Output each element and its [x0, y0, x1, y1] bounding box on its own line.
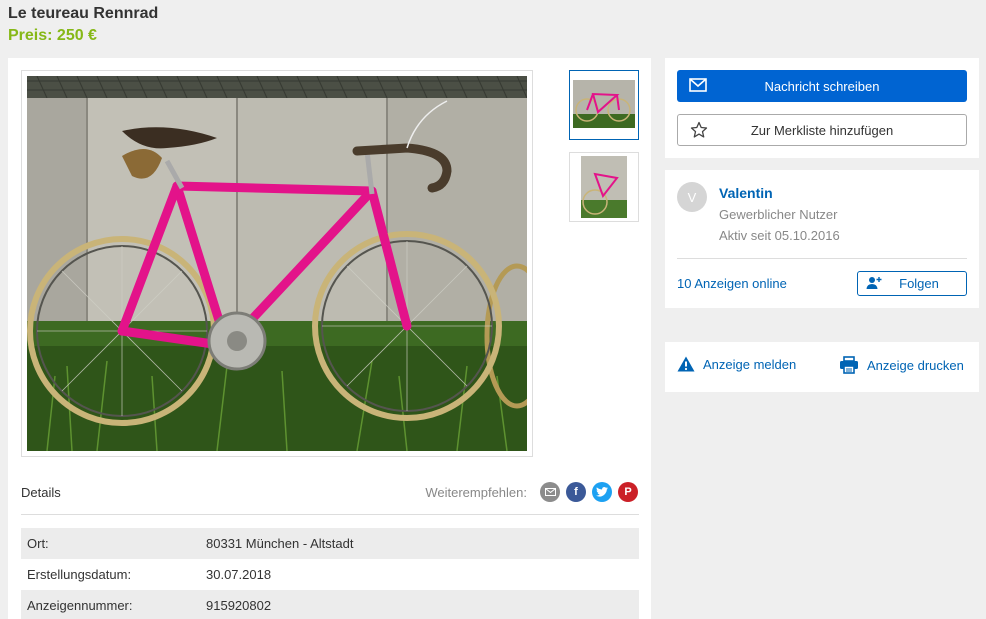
add-user-icon: [866, 277, 882, 289]
report-ad-label: Anzeige melden: [703, 356, 797, 372]
avatar: V: [677, 182, 707, 212]
detail-key: Erstellungsdatum:: [27, 567, 132, 582]
detail-key: Anzeigennummer:: [27, 598, 133, 613]
share-icons: f P: [540, 482, 638, 502]
write-message-button[interactable]: Nachricht schreiben: [677, 70, 967, 102]
thumbnail-1[interactable]: [569, 70, 639, 140]
printer-icon: [840, 356, 858, 374]
follow-label: Folgen: [899, 276, 939, 291]
detail-value: 80331 München - Altstadt: [206, 536, 354, 551]
report-card: Anzeige melden Anzeige drucken: [665, 342, 979, 392]
add-to-watchlist-label: Zur Merkliste hinzufügen: [750, 122, 894, 138]
details-divider: [21, 514, 639, 515]
twitter-icon[interactable]: [592, 482, 612, 502]
details-heading: Details: [21, 485, 61, 500]
main-photo[interactable]: [21, 70, 550, 457]
seller-active-since: Aktiv seit 05.10.2016: [719, 228, 840, 243]
email-icon[interactable]: [540, 482, 560, 502]
detail-row-location: Ort: 80331 München - Altstadt: [21, 528, 639, 559]
pinterest-icon[interactable]: P: [618, 482, 638, 502]
print-ad-link[interactable]: Anzeige drucken: [839, 356, 964, 374]
seller-divider: [677, 258, 967, 259]
detail-row-ad-number: Anzeigennummer: 915920802: [21, 590, 639, 619]
listing-title: Le teureau Rennrad: [8, 5, 159, 22]
detail-value: 915920802: [206, 598, 272, 613]
listing-main-card: Details Weiterempfehlen: f P Ort: 80331 …: [8, 58, 651, 619]
bike-thumb-image-1: [573, 74, 635, 136]
envelope-icon: [689, 78, 707, 92]
thumbnail-2[interactable]: [569, 152, 639, 222]
share-label: Weiterempfehlen:: [425, 485, 527, 500]
add-to-watchlist-button[interactable]: Zur Merkliste hinzufügen: [677, 114, 967, 146]
facebook-icon[interactable]: f: [566, 482, 586, 502]
detail-value: 30.07.2018: [206, 567, 272, 582]
seller-ads-online-link[interactable]: 10 Anzeigen online: [677, 276, 787, 291]
seller-type: Gewerblicher Nutzer: [719, 207, 838, 222]
seller-card: V Valentin Gewerblicher Nutzer Aktiv sei…: [665, 170, 979, 308]
follow-button[interactable]: Folgen: [857, 271, 967, 296]
seller-name[interactable]: Valentin: [719, 185, 773, 201]
warning-icon: [677, 356, 695, 372]
bike-photo-image: [27, 75, 550, 452]
bike-thumb-image-2: [573, 156, 635, 218]
report-ad-link[interactable]: Anzeige melden: [677, 356, 796, 372]
detail-key: Ort:: [27, 536, 49, 551]
print-ad-label: Anzeige drucken: [867, 357, 964, 373]
detail-row-created: Erstellungsdatum: 30.07.2018: [21, 559, 639, 590]
write-message-label: Nachricht schreiben: [764, 78, 880, 94]
star-icon: [690, 121, 708, 138]
listing-price: Preis: 250 €: [8, 27, 97, 44]
contact-card: Nachricht schreiben Zur Merkliste hinzuf…: [665, 58, 979, 158]
